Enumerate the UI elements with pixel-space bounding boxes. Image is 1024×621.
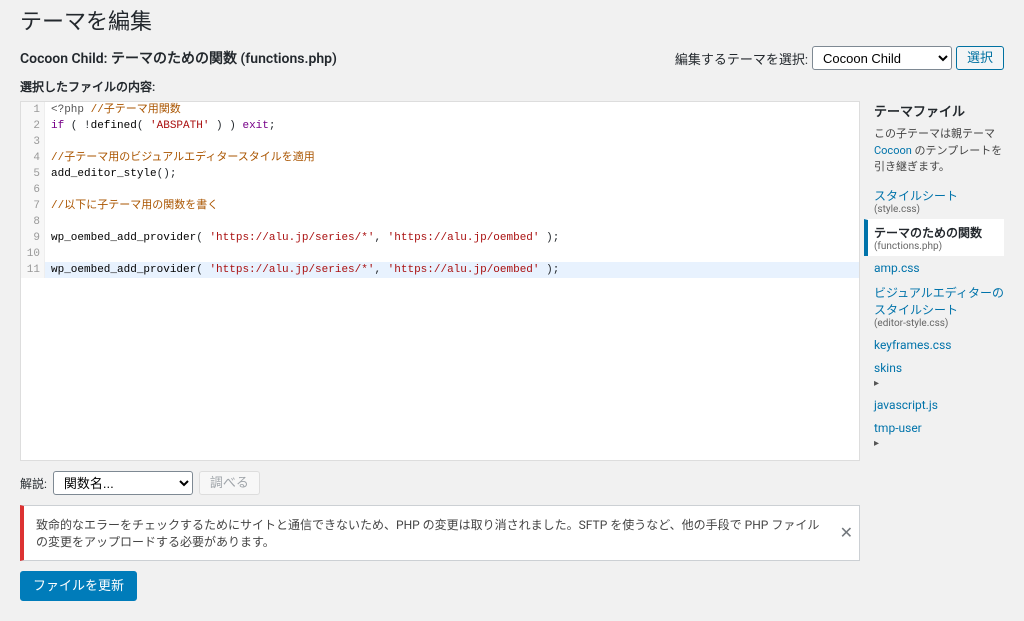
file-list-item[interactable]: テーマのための関数(functions.php) (864, 219, 1004, 256)
code-content[interactable]: wp_oembed_add_provider( 'https://alu.jp/… (45, 262, 859, 278)
code-content[interactable]: <?php //子テーマ用関数 (45, 102, 859, 118)
file-link[interactable]: keyframes.css (874, 338, 1004, 352)
code-line[interactable]: 8 (21, 214, 859, 230)
code-line[interactable]: 7//以下に子テーマ用の関数を書く (21, 198, 859, 214)
line-number: 7 (21, 198, 45, 214)
theme-files-sidebar: テーマファイル この子テーマは親テーマ Cocoon のテンプレートを引き継ぎま… (874, 101, 1004, 601)
line-number: 2 (21, 118, 45, 134)
file-title: テーマのための関数 (functions.php) (111, 51, 337, 67)
theme-select-label: 編集するテーマを選択: (675, 49, 808, 68)
code-content[interactable]: add_editor_style(); (45, 166, 859, 182)
code-line[interactable]: 6 (21, 182, 859, 198)
line-number: 9 (21, 230, 45, 246)
file-link[interactable]: ビジュアルエディターのスタイルシート (874, 284, 1004, 318)
file-link[interactable]: テーマのための関数 (874, 224, 1004, 241)
code-line[interactable]: 2if ( !defined( 'ABSPATH' ) ) exit; (21, 118, 859, 134)
line-number: 8 (21, 214, 45, 230)
line-number: 3 (21, 134, 45, 150)
line-number: 5 (21, 166, 45, 182)
docs-row: 解説: 関数名... 調べる (20, 471, 860, 495)
file-link[interactable]: tmp-user (874, 421, 1004, 435)
file-content-label: 選択したファイルの内容: (20, 78, 155, 95)
dismiss-icon[interactable]: ✕ (840, 525, 853, 541)
code-content[interactable]: if ( !defined( 'ABSPATH' ) ) exit; (45, 118, 859, 134)
update-file-button[interactable]: ファイルを更新 (20, 571, 137, 601)
theme-select-row: 編集するテーマを選択: Cocoon Child 選択 (675, 46, 1004, 70)
code-line[interactable]: 10 (21, 246, 859, 262)
file-list-item[interactable]: スタイルシート(style.css) (874, 182, 1004, 219)
line-number: 10 (21, 246, 45, 262)
line-number: 1 (21, 102, 45, 118)
code-line[interactable]: 1<?php //子テーマ用関数 (21, 102, 859, 118)
docs-select[interactable]: 関数名... (53, 471, 193, 495)
code-line[interactable]: 5add_editor_style(); (21, 166, 859, 182)
code-content[interactable] (45, 214, 859, 230)
file-link[interactable]: amp.css (874, 261, 1004, 275)
file-list-item[interactable]: keyframes.css (874, 333, 1004, 356)
file-link[interactable]: javascript.js (874, 398, 1004, 412)
code-content[interactable] (45, 182, 859, 198)
error-notice: 致命的なエラーをチェックするためにサイトと通信できないため、PHP の変更は取り… (20, 505, 860, 561)
file-sub: (editor-style.css) (874, 318, 1004, 329)
file-sub: (style.css) (874, 204, 1004, 215)
code-line[interactable]: 9wp_oembed_add_provider( 'https://alu.jp… (21, 230, 859, 246)
line-number: 4 (21, 150, 45, 166)
file-list-item[interactable]: amp.css (874, 256, 1004, 279)
code-content[interactable] (45, 246, 859, 262)
line-number: 11 (21, 262, 45, 278)
code-content[interactable] (45, 134, 859, 150)
error-notice-text: 致命的なエラーをチェックするためにサイトと通信できないため、PHP の変更は取り… (36, 518, 819, 549)
docs-lookup-button[interactable]: 調べる (199, 471, 260, 495)
code-line[interactable]: 11wp_oembed_add_provider( 'https://alu.j… (21, 262, 859, 278)
file-link[interactable]: スタイルシート (874, 187, 1004, 204)
file-heading: Cocoon Child: テーマのための関数 (functions.php) (20, 48, 337, 68)
code-line[interactable]: 3 (21, 134, 859, 150)
code-content[interactable]: //子テーマ用のビジュアルエディタースタイルを適用 (45, 150, 859, 166)
theme-select[interactable]: Cocoon Child (812, 46, 952, 70)
docs-label: 解説: (20, 475, 47, 492)
theme-select-button[interactable]: 選択 (956, 46, 1004, 70)
sidebar-desc: この子テーマは親テーマ Cocoon のテンプレートを引き継ぎます。 (874, 126, 1004, 176)
file-link[interactable]: skins (874, 361, 1004, 375)
theme-name: Cocoon Child: (20, 51, 107, 67)
file-list-item[interactable]: javascript.js (874, 393, 1004, 416)
code-content[interactable]: wp_oembed_add_provider( 'https://alu.jp/… (45, 230, 859, 246)
file-list-item[interactable]: ビジュアルエディターのスタイルシート(editor-style.css) (874, 279, 1004, 333)
file-sub: (functions.php) (874, 241, 1004, 252)
code-editor[interactable]: 1<?php //子テーマ用関数2if ( !defined( 'ABSPATH… (20, 101, 860, 461)
file-list-item[interactable]: tmp-user (874, 416, 1004, 453)
file-list: スタイルシート(style.css) テーマのための関数(functions.ph… (874, 182, 1004, 453)
sidebar-title: テーマファイル (874, 101, 1004, 120)
line-number: 6 (21, 182, 45, 198)
code-line[interactable]: 4//子テーマ用のビジュアルエディタースタイルを適用 (21, 150, 859, 166)
code-content[interactable]: //以下に子テーマ用の関数を書く (45, 198, 859, 214)
file-list-item[interactable]: skins (874, 356, 1004, 393)
parent-theme-link[interactable]: Cocoon (874, 144, 912, 157)
page-title: テーマを編集 (20, 4, 1004, 36)
